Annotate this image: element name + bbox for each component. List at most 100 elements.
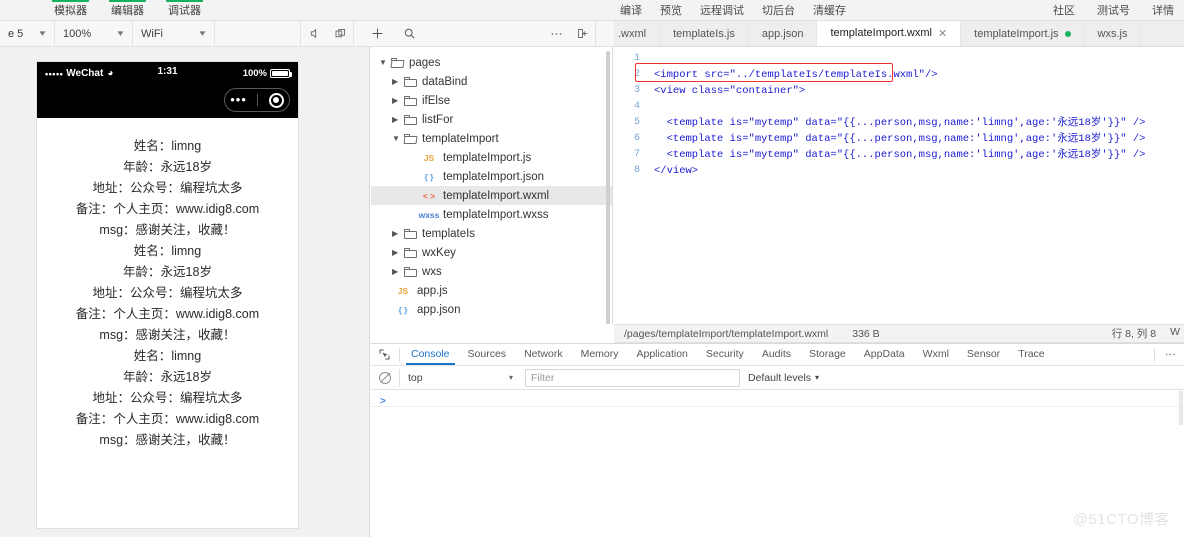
code-line[interactable]: <template is="mytemp" data="{{...person,… [654,115,1184,131]
tree-item-templateimport-js[interactable]: JS templateImport.js [371,148,612,167]
editor-tab-app-json[interactable]: app.json [749,21,818,46]
editor-tab-templateimport-wxml[interactable]: templateImport.wxml ✕ [817,21,962,46]
tree-item-label: templateImport.wxss [443,208,549,221]
mode-button-editor[interactable]: 编辑器 [107,0,148,20]
tree-item-templateimport-json[interactable]: { } templateImport.json [371,167,612,186]
code-content[interactable]: <import src="../templateIs/templateIs.wx… [654,51,1184,324]
collapse-panel-icon[interactable] [569,21,595,46]
triangle-down-icon[interactable]: ▼ [392,134,404,143]
code-line[interactable] [654,51,1184,67]
editor-tab-templateis-js[interactable]: templateIs.js [660,21,749,46]
zoom-select[interactable]: 100% ▾ [55,21,133,46]
rotate-icon[interactable] [327,21,353,46]
action-background[interactable]: 切后台 [762,2,795,18]
triangle-right-icon[interactable]: ▶ [392,267,404,276]
mode-button-debugger[interactable]: 调试器 [164,0,205,20]
code-line[interactable]: <template is="mytemp" data="{{...person,… [654,147,1184,163]
devtools-tab-console[interactable]: Console [402,345,459,365]
devtools-tab-storage[interactable]: Storage [800,345,855,364]
network-select[interactable]: WiFi ▾ [133,21,215,46]
action-remote-debug[interactable]: 远程调试 [700,2,744,18]
wechat-devtools-window: 模拟器 编辑器 调试器 编译 预览 远程调试 切后台 清缓存 社区 测试号 详情 [0,0,1184,537]
action-details[interactable]: 详情 [1152,2,1174,18]
devtools-tab-memory[interactable]: Memory [572,345,628,364]
active-indicator-simulator [52,0,89,2]
console-context-select[interactable]: top ▾ [399,368,517,387]
triangle-right-icon[interactable]: ▶ [392,77,404,86]
explorer-scrollbar[interactable] [606,51,610,324]
devtools-tab-audits[interactable]: Audits [753,345,800,364]
action-compile[interactable]: 编译 [620,2,642,18]
console-levels-select[interactable]: Default levels ▾ [748,372,819,384]
devtools-tab-sensor[interactable]: Sensor [958,345,1009,364]
tree-item-label: templateImport [422,132,499,145]
more-icon[interactable]: ••• [230,93,247,106]
code-editor[interactable]: 1 2 3 4 5 6 7 8 <import src="../templateIs/temp… [614,47,1184,324]
tree-item-templateimport-wxss[interactable]: wxss templateImport.wxss [371,205,612,224]
tree-item-ifelse[interactable]: ▶ ifElse [371,91,612,110]
devtools-tab-sources[interactable]: Sources [459,345,516,364]
editor-tab-label: .wxml [618,27,647,40]
tree-item-wxs[interactable]: ▶ wxs [371,262,612,281]
triangle-right-icon[interactable]: ▶ [392,96,404,105]
json-file-icon: { } [398,304,408,315]
devtools-tab-security[interactable]: Security [697,345,753,364]
triangle-down-icon[interactable]: ▼ [379,58,391,67]
tree-item-databind[interactable]: ▶ dataBind [371,72,612,91]
devtools-tab-trace[interactable]: Trace [1009,345,1053,364]
tree-item-templateis[interactable]: ▶ templateIs [371,224,612,243]
devtools-menu-icon[interactable]: ⋮ [1164,349,1176,360]
devtools-tab-appdata[interactable]: AppData [855,345,914,364]
triangle-right-icon[interactable]: ▶ [392,248,404,257]
inspect-element-icon[interactable] [371,348,397,361]
devtools-tab-wxml[interactable]: Wxml [914,345,958,364]
tree-item-app-json[interactable]: { } app.json [371,300,612,319]
tree-item-templateimport-wxml[interactable]: < > templateImport.wxml [371,186,612,205]
record-address-line: 地址：公众号：编程坑太多 [92,391,243,405]
line-number-gutter: 1 2 3 4 5 6 7 8 [614,47,646,324]
action-community[interactable]: 社区 [1053,2,1075,18]
search-icon[interactable] [396,21,422,46]
editor-tab-wxml-clipped[interactable]: .wxml [614,21,661,46]
add-file-icon[interactable] [364,21,390,46]
code-line[interactable]: <import src="../templateIs/templateIs.wx… [654,67,1184,83]
line-number: 7 [633,149,640,160]
mode-button-simulator[interactable]: 模拟器 [50,0,91,20]
toolbar-divider [399,347,400,362]
wechat-capsule-menu[interactable]: ••• [224,88,290,112]
tree-item-app-js[interactable]: JS app.js [371,281,612,300]
folder-open-icon [390,57,405,68]
record-note-line: 备注：个人主页：www.idig8.com [75,307,260,321]
console-filter-input[interactable] [525,368,740,387]
devtools-tab-application[interactable]: Application [628,345,697,364]
triangle-right-icon[interactable]: ▶ [392,229,404,238]
triangle-right-icon[interactable]: ▶ [392,115,404,124]
device-select[interactable]: e 5 ▾ [0,21,55,46]
code-line[interactable]: </view> [654,163,1184,179]
close-target-icon[interactable] [268,92,284,108]
tree-item-listfor[interactable]: ▶ listFor [371,110,612,129]
code-line[interactable]: <template is="mytemp" data="{{...person,… [654,131,1184,147]
devtools-tab-network[interactable]: Network [515,345,572,364]
code-line[interactable]: <view class="container"> [654,83,1184,99]
editor-tab-label: wxs.js [1097,27,1128,40]
tree-item-app-wxss[interactable]: wxssapp.wxss [371,319,612,325]
json-file-icon: { } [424,171,434,182]
more-options-icon[interactable] [543,21,569,46]
action-test-account[interactable]: 测试号 [1097,2,1130,18]
code-line[interactable] [654,99,1184,115]
action-preview[interactable]: 预览 [660,2,682,18]
console-output[interactable]: > [371,391,1184,537]
action-clear-cache[interactable]: 清缓存 [813,2,846,18]
tree-item-pages[interactable]: ▼ pages [371,53,612,72]
close-icon[interactable]: ✕ [938,27,947,40]
editor-tab-wxs-js[interactable]: wxs.js [1085,21,1142,46]
console-prompt-row[interactable]: > [371,391,1184,407]
volume-icon[interactable] [301,21,327,46]
editor-tab-templateimport-js[interactable]: templateImport.js [961,21,1085,46]
tree-item-wxkey[interactable]: ▶ wxKey [371,243,612,262]
clear-console-icon[interactable] [379,371,391,384]
record-msg-line: msg：感谢关注，收藏！ [99,433,236,447]
tree-item-templateimport[interactable]: ▼ templateImport [371,129,612,148]
console-scrollbar[interactable] [1179,391,1183,425]
